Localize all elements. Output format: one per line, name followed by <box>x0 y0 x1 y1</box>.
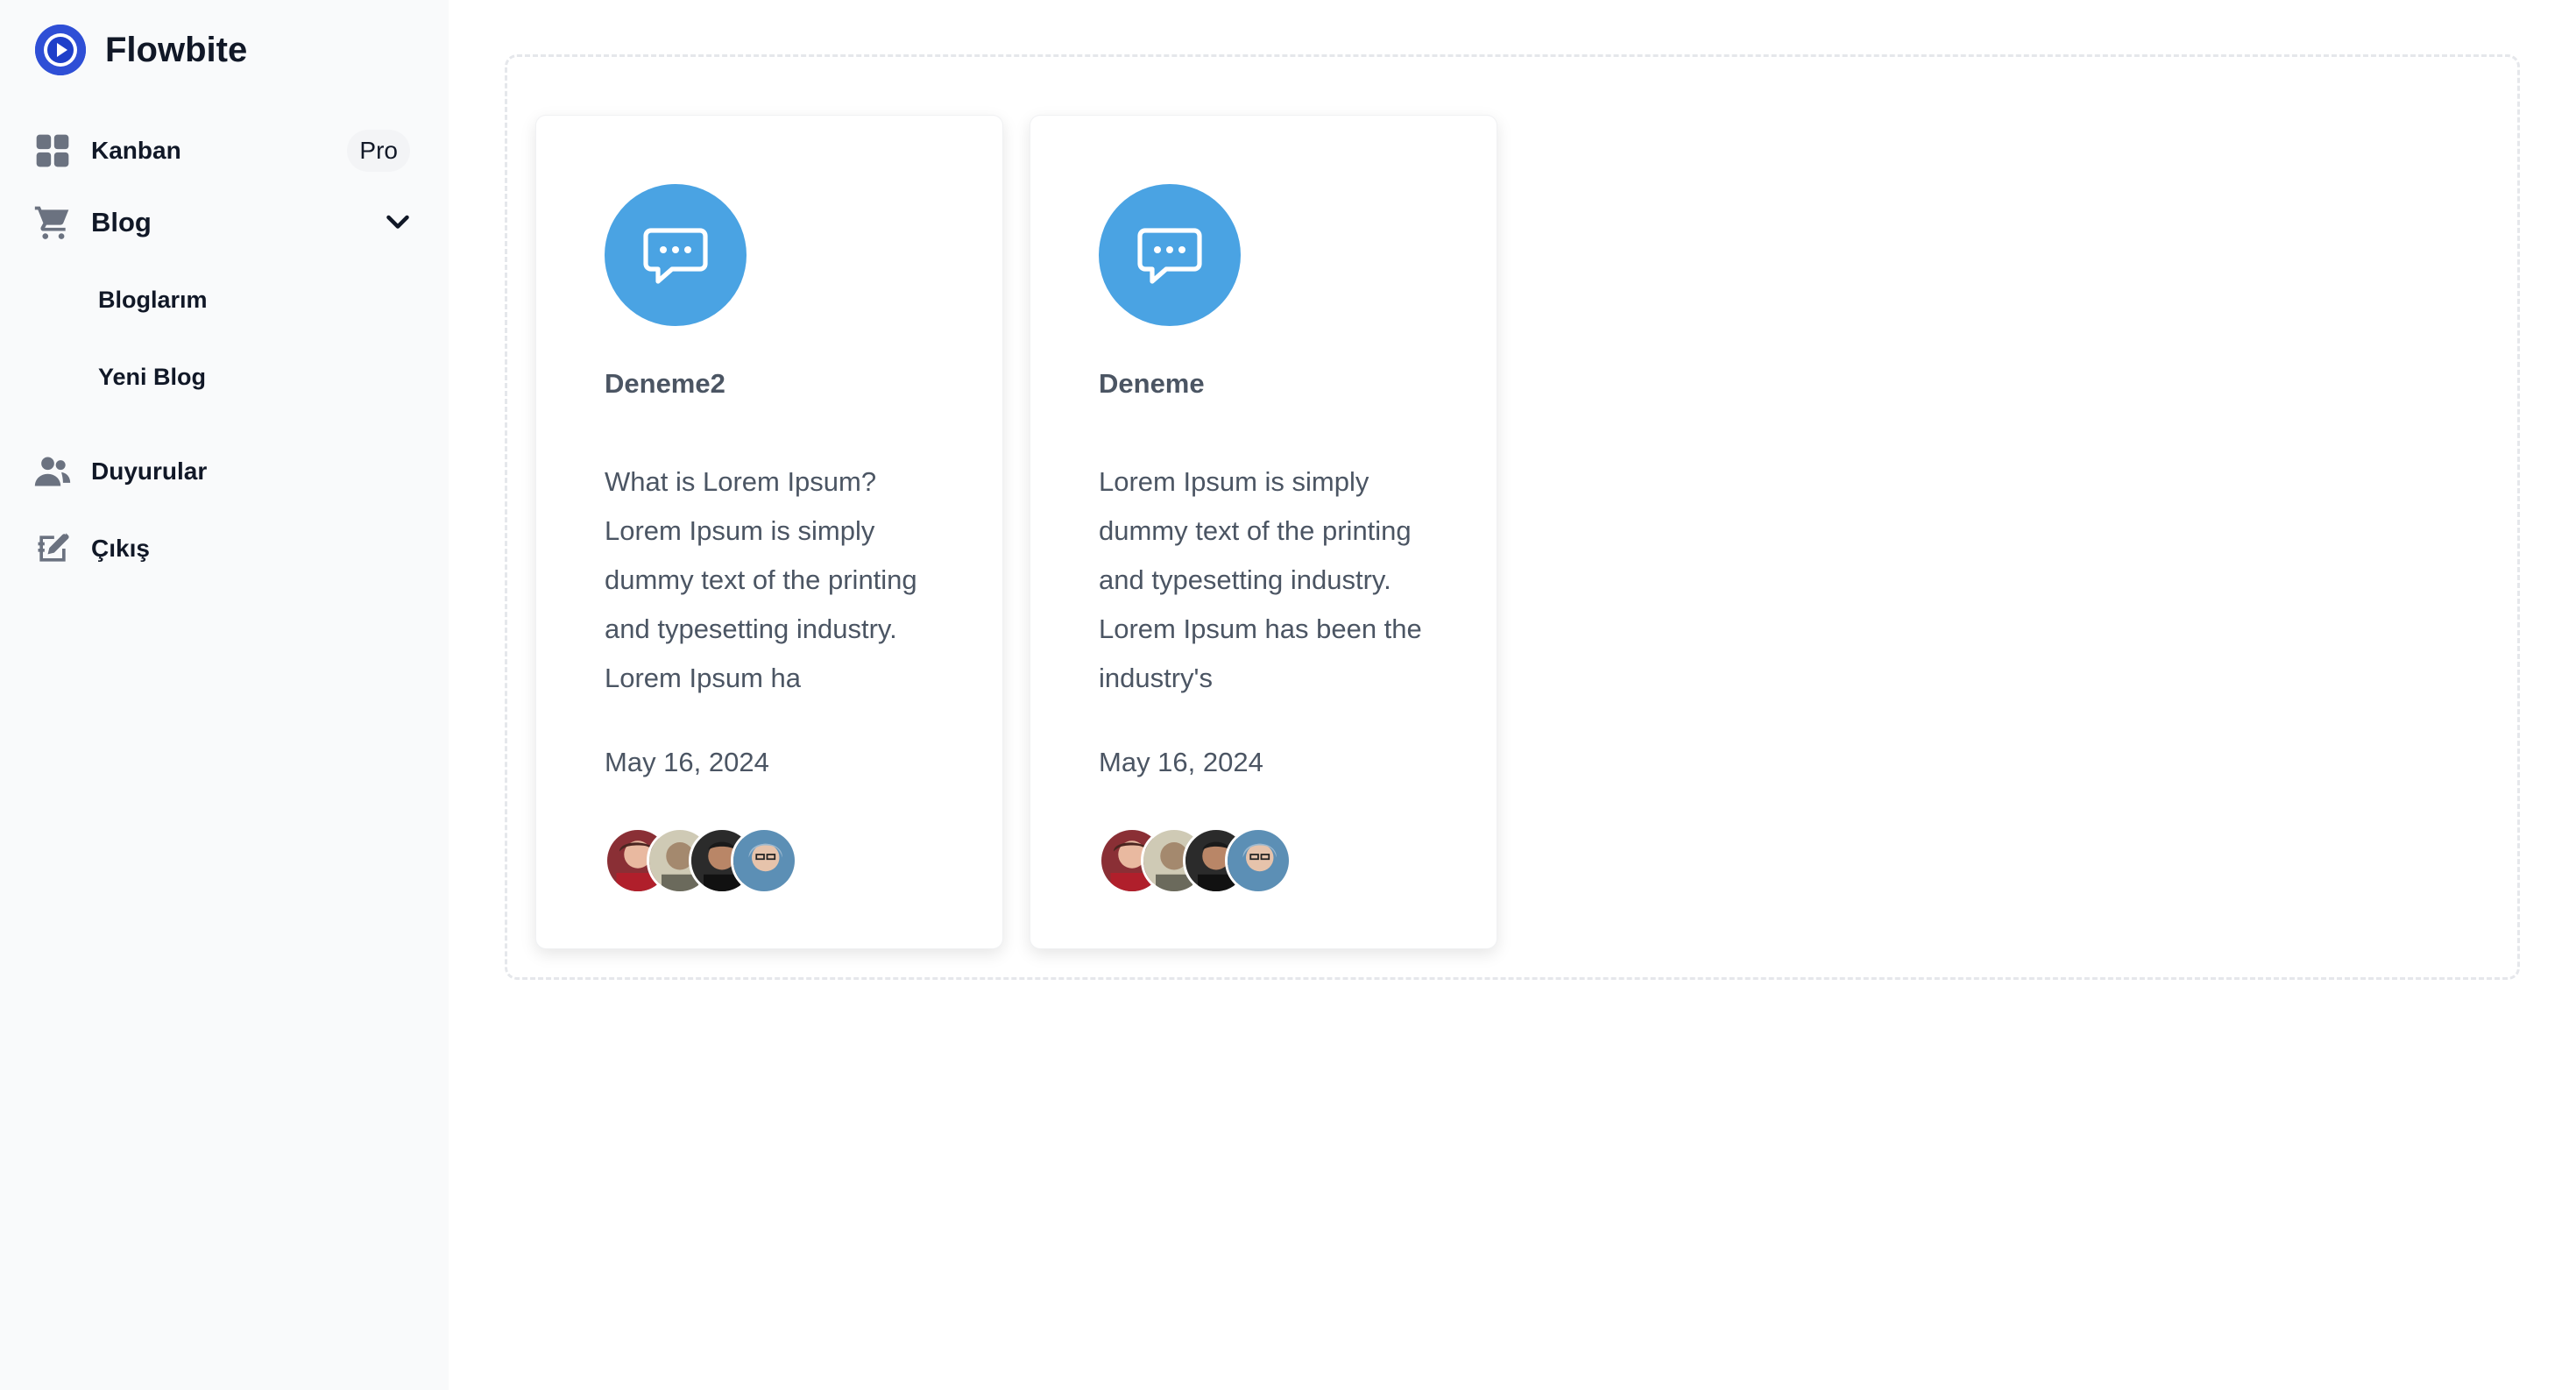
sidebar-item-kanban[interactable]: Kanban Pro <box>0 124 449 177</box>
avatar <box>1225 827 1292 894</box>
blog-card[interactable]: Deneme Lorem Ipsum is simply dummy text … <box>1030 115 1497 949</box>
sidebar-item-label: Kanban <box>91 137 181 164</box>
sidebar-item-label: Duyurular <box>91 457 208 485</box>
sidebar-item-label: Blog <box>91 207 152 238</box>
card-excerpt: What is Lorem Ipsum? Lorem Ipsum is simp… <box>605 466 917 693</box>
sidebar-item-blog[interactable]: Blog <box>0 196 449 249</box>
pro-badge: Pro <box>347 130 410 172</box>
brand-name: Flowbite <box>105 30 248 69</box>
grid-icon <box>33 131 72 170</box>
avatar-group <box>605 827 797 894</box>
blog-board: Deneme2 What is Lorem Ipsum? Lorem Ipsum… <box>505 54 2520 980</box>
sidebar-item-duyurular[interactable]: Duyurular <box>0 445 449 498</box>
brand[interactable]: Flowbite <box>35 25 247 75</box>
card-date: May 16, 2024 <box>1099 747 1263 777</box>
card-excerpt: Lorem Ipsum is simply dummy text of the … <box>1099 466 1422 693</box>
avatar <box>731 827 797 894</box>
sidebar-subitem-yeni-blog[interactable]: Yeni Blog <box>0 351 449 403</box>
avatar-group <box>1099 827 1292 894</box>
chevron-down-icon[interactable] <box>382 207 414 238</box>
edit-icon <box>33 529 72 568</box>
chat-bubble-icon <box>1099 184 1241 326</box>
sidebar-item-label: Çıkış <box>91 535 150 562</box>
card-title: Deneme <box>1099 368 1205 399</box>
blog-card[interactable]: Deneme2 What is Lorem Ipsum? Lorem Ipsum… <box>535 115 1003 949</box>
cart-icon <box>33 203 72 242</box>
card-date: May 16, 2024 <box>605 747 769 777</box>
sidebar: Flowbite Kanban Pro Blog Bloglarım Yeni … <box>0 0 449 1390</box>
card-title: Deneme2 <box>605 368 725 399</box>
sidebar-item-cikis[interactable]: Çıkış <box>0 522 449 575</box>
chat-bubble-icon <box>605 184 747 326</box>
sidebar-subitem-bloglarim[interactable]: Bloglarım <box>0 273 449 326</box>
play-circle-icon <box>35 25 86 75</box>
users-icon <box>33 452 72 491</box>
